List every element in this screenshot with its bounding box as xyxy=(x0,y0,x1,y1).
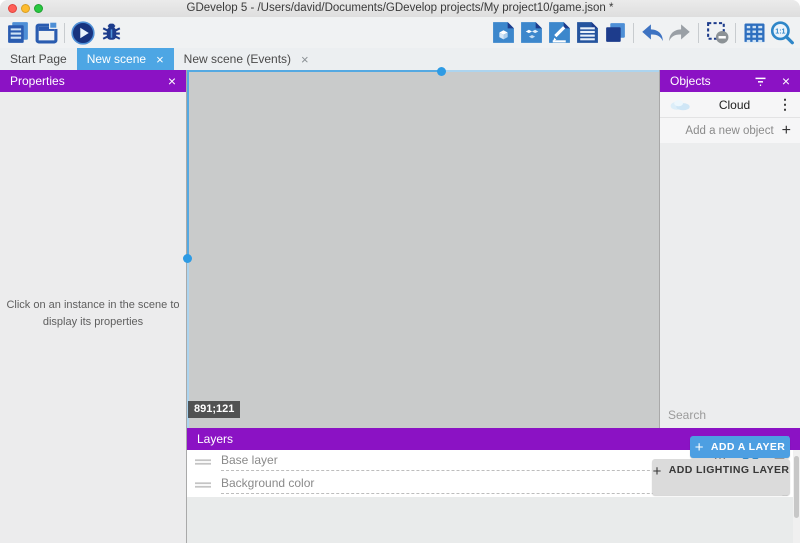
close-tab-icon[interactable]: × xyxy=(301,53,309,66)
title-bar: GDevelop 5 - /Users/david/Documents/GDev… xyxy=(0,0,800,17)
objects-panel: Objects × Cloud ⋮ Add a new object + xyxy=(660,70,800,428)
tab-new-scene[interactable]: New scene × xyxy=(77,48,174,70)
page-list-icon xyxy=(575,20,600,45)
minimize-window-button[interactable] xyxy=(21,4,30,13)
tab-new-scene-events[interactable]: New scene (Events) × xyxy=(174,48,319,70)
add-object-row[interactable]: Add a new object + xyxy=(660,118,800,143)
objects-header: Objects × xyxy=(660,70,800,92)
deselect-icon xyxy=(705,20,730,45)
page-cubes-icon xyxy=(519,20,544,45)
page-cube-icon xyxy=(491,20,516,45)
project-manager-button[interactable] xyxy=(4,19,32,47)
svg-text:1:1: 1:1 xyxy=(775,28,785,35)
zoom-window-button[interactable] xyxy=(34,4,43,13)
scene-window-border-top xyxy=(187,70,442,72)
add-lighting-layer-label: ADD LIGHTING LAYER xyxy=(669,464,790,476)
plus-icon: + xyxy=(695,440,704,455)
undo-icon xyxy=(639,20,665,46)
traffic-lights xyxy=(8,4,43,13)
plus-icon[interactable]: + xyxy=(782,123,791,139)
open-object-groups-button[interactable] xyxy=(517,19,545,47)
page-pencil-icon xyxy=(547,20,572,45)
tab-start-page[interactable]: Start Page xyxy=(0,48,77,70)
properties-title: Properties xyxy=(10,74,168,88)
close-window-button[interactable] xyxy=(8,4,17,13)
objects-title: Objects xyxy=(670,74,753,88)
close-icon[interactable]: × xyxy=(168,74,176,88)
add-lighting-layer-button[interactable]: + ADD LIGHTING LAYER xyxy=(652,459,790,495)
bug-icon xyxy=(99,20,124,45)
objects-search-row xyxy=(660,402,800,428)
filter-icon[interactable] xyxy=(753,74,768,89)
play-icon xyxy=(70,20,96,46)
add-layer-label: ADD A LAYER xyxy=(711,441,785,453)
window-title: GDevelop 5 - /Users/david/Documents/GDev… xyxy=(60,2,740,14)
resize-handle-top[interactable] xyxy=(437,67,446,76)
plus-icon: + xyxy=(653,464,662,479)
start-page-button[interactable] xyxy=(32,19,60,47)
gdevelop-window: GDevelop 5 - /Users/david/Documents/GDev… xyxy=(0,0,800,543)
layers-footer xyxy=(187,497,793,543)
scene-window-border-top-light xyxy=(442,70,659,72)
close-tab-icon[interactable]: × xyxy=(156,53,164,66)
scrollbar-thumb[interactable] xyxy=(794,456,799,518)
properties-empty-message: Click on an instance in the scene to dis… xyxy=(4,297,182,331)
layers-stack-icon xyxy=(603,20,628,45)
object-row-cloud[interactable]: Cloud ⋮ xyxy=(660,92,800,118)
cursor-coordinates-badge: 891;121 xyxy=(188,401,240,418)
debugger-button[interactable] xyxy=(97,19,125,47)
close-icon[interactable]: × xyxy=(782,74,790,88)
properties-panel: Properties × Click on an instance in the… xyxy=(0,70,186,543)
redo-icon xyxy=(667,20,693,46)
toolbar-separator xyxy=(633,23,634,43)
drag-handle-icon[interactable] xyxy=(195,481,213,489)
layer-name-field[interactable]: Base layer xyxy=(221,453,700,471)
toolbar-separator xyxy=(735,23,736,43)
main-area: Properties × Click on an instance in the… xyxy=(0,70,800,543)
object-menu-icon[interactable]: ⋮ xyxy=(778,96,792,113)
resize-handle-left[interactable] xyxy=(183,254,192,263)
tab-label: New scene xyxy=(87,52,146,66)
objects-search-input[interactable] xyxy=(668,408,800,422)
tab-bar: Start Page New scene × New scene (Events… xyxy=(0,48,800,70)
cloud-object-icon xyxy=(668,98,691,111)
properties-header: Properties × xyxy=(0,70,186,92)
redo-button[interactable] xyxy=(666,19,694,47)
open-layers-editor-button[interactable] xyxy=(601,19,629,47)
undo-button[interactable] xyxy=(638,19,666,47)
toolbar-separator xyxy=(698,23,699,43)
toolbar: 1:1 xyxy=(0,17,800,48)
toggle-grid-button[interactable] xyxy=(740,19,768,47)
open-objects-editor-button[interactable] xyxy=(489,19,517,47)
open-instances-list-button[interactable] xyxy=(573,19,601,47)
preview-play-button[interactable] xyxy=(69,19,97,47)
edit-scene-properties-button[interactable] xyxy=(545,19,573,47)
grid-icon xyxy=(742,20,767,45)
layers-panel: Layers × Base layer xyxy=(186,428,800,543)
scene-window-border-left xyxy=(187,70,189,258)
toolbar-separator xyxy=(64,23,65,43)
add-layer-button[interactable]: + ADD A LAYER xyxy=(690,436,790,458)
tab-label: Start Page xyxy=(10,52,67,66)
tab-label: New scene (Events) xyxy=(184,52,291,66)
scene-canvas[interactable]: 891;121 xyxy=(186,70,660,428)
drag-handle-icon[interactable] xyxy=(195,458,213,466)
layers-scrollbar[interactable] xyxy=(793,450,800,543)
add-object-label: Add a new object xyxy=(685,125,773,137)
project-manager-icon xyxy=(6,20,31,45)
deselect-instances-button[interactable] xyxy=(703,19,731,47)
window-icon xyxy=(34,20,59,45)
zoom-1-1-button[interactable]: 1:1 xyxy=(768,19,796,47)
object-name: Cloud xyxy=(691,98,778,112)
zoom-1-1-icon: 1:1 xyxy=(769,20,795,46)
